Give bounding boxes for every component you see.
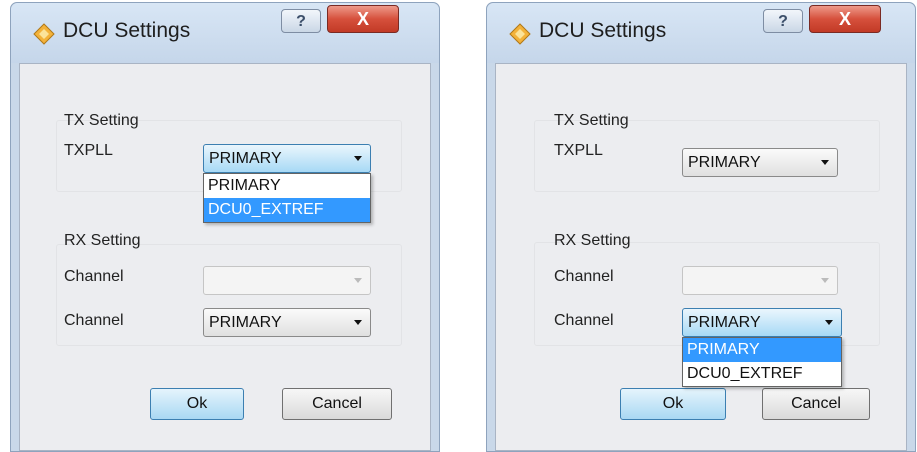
channel-combobox-2[interactable]: PRIMARY — [203, 308, 371, 337]
txpll-combobox[interactable]: PRIMARY — [682, 148, 838, 177]
channel-dropdown-list: PRIMARY DCU0_EXTREF — [682, 337, 842, 387]
chevron-down-icon — [354, 320, 362, 325]
close-icon[interactable]: X — [327, 5, 399, 33]
dropdown-option[interactable]: PRIMARY — [204, 174, 370, 198]
window-title: DCU Settings — [63, 19, 191, 42]
channel-2-value: PRIMARY — [209, 314, 282, 331]
dialog-client-area: TX Setting TXPLL PRIMARY RX Setting Chan… — [495, 63, 907, 451]
dropdown-option-highlighted[interactable]: PRIMARY — [683, 338, 841, 362]
title-bar[interactable]: DCU Settings ? X — [11, 3, 439, 63]
channel-combobox-2[interactable]: PRIMARY — [682, 308, 842, 337]
channel-label-1: Channel — [554, 268, 614, 285]
dropdown-option-highlighted[interactable]: DCU0_EXTREF — [204, 198, 370, 222]
dropdown-option[interactable]: DCU0_EXTREF — [683, 362, 841, 386]
chevron-down-icon — [354, 278, 362, 283]
txpll-label: TXPLL — [64, 142, 113, 159]
channel-label-2: Channel — [554, 312, 614, 329]
channel-combobox-1 — [682, 266, 838, 295]
dcu-settings-dialog-left: DCU Settings ? X TX Setting TXPLL PRIMAR… — [10, 2, 440, 452]
help-icon[interactable]: ? — [763, 9, 803, 33]
ok-button[interactable]: Ok — [620, 388, 726, 420]
channel-label-1: Channel — [64, 268, 124, 285]
channel-label-2: Channel — [64, 312, 124, 329]
channel-2-value: PRIMARY — [688, 314, 761, 331]
dialog-client-area: TX Setting TXPLL PRIMARY RX Setting Chan… — [19, 63, 431, 451]
chevron-down-icon — [821, 160, 829, 165]
chevron-down-icon — [354, 156, 362, 161]
title-bar[interactable]: DCU Settings ? X — [487, 3, 915, 63]
dcu-settings-dialog-right: DCU Settings ? X TX Setting TXPLL PRIMAR… — [486, 2, 916, 452]
tx-setting-label: TX Setting — [554, 112, 629, 129]
help-icon[interactable]: ? — [281, 9, 321, 33]
txpll-value: PRIMARY — [209, 150, 282, 167]
txpll-dropdown-list: PRIMARY DCU0_EXTREF — [203, 173, 371, 223]
dcu-settings-app-icon — [509, 23, 531, 45]
ok-button[interactable]: Ok — [150, 388, 244, 420]
cancel-button[interactable]: Cancel — [762, 388, 870, 420]
chevron-down-icon — [821, 278, 829, 283]
txpll-value: PRIMARY — [688, 154, 761, 171]
dcu-settings-app-icon — [33, 23, 55, 45]
close-icon[interactable]: X — [809, 5, 881, 33]
rx-setting-label: RX Setting — [554, 232, 631, 249]
channel-combobox-1 — [203, 266, 371, 295]
txpll-label: TXPLL — [554, 142, 603, 159]
window-title: DCU Settings — [539, 19, 667, 42]
txpll-combobox[interactable]: PRIMARY — [203, 144, 371, 173]
cancel-button[interactable]: Cancel — [282, 388, 392, 420]
chevron-down-icon — [825, 320, 833, 325]
tx-setting-label: TX Setting — [64, 112, 139, 129]
rx-setting-label: RX Setting — [64, 232, 141, 249]
